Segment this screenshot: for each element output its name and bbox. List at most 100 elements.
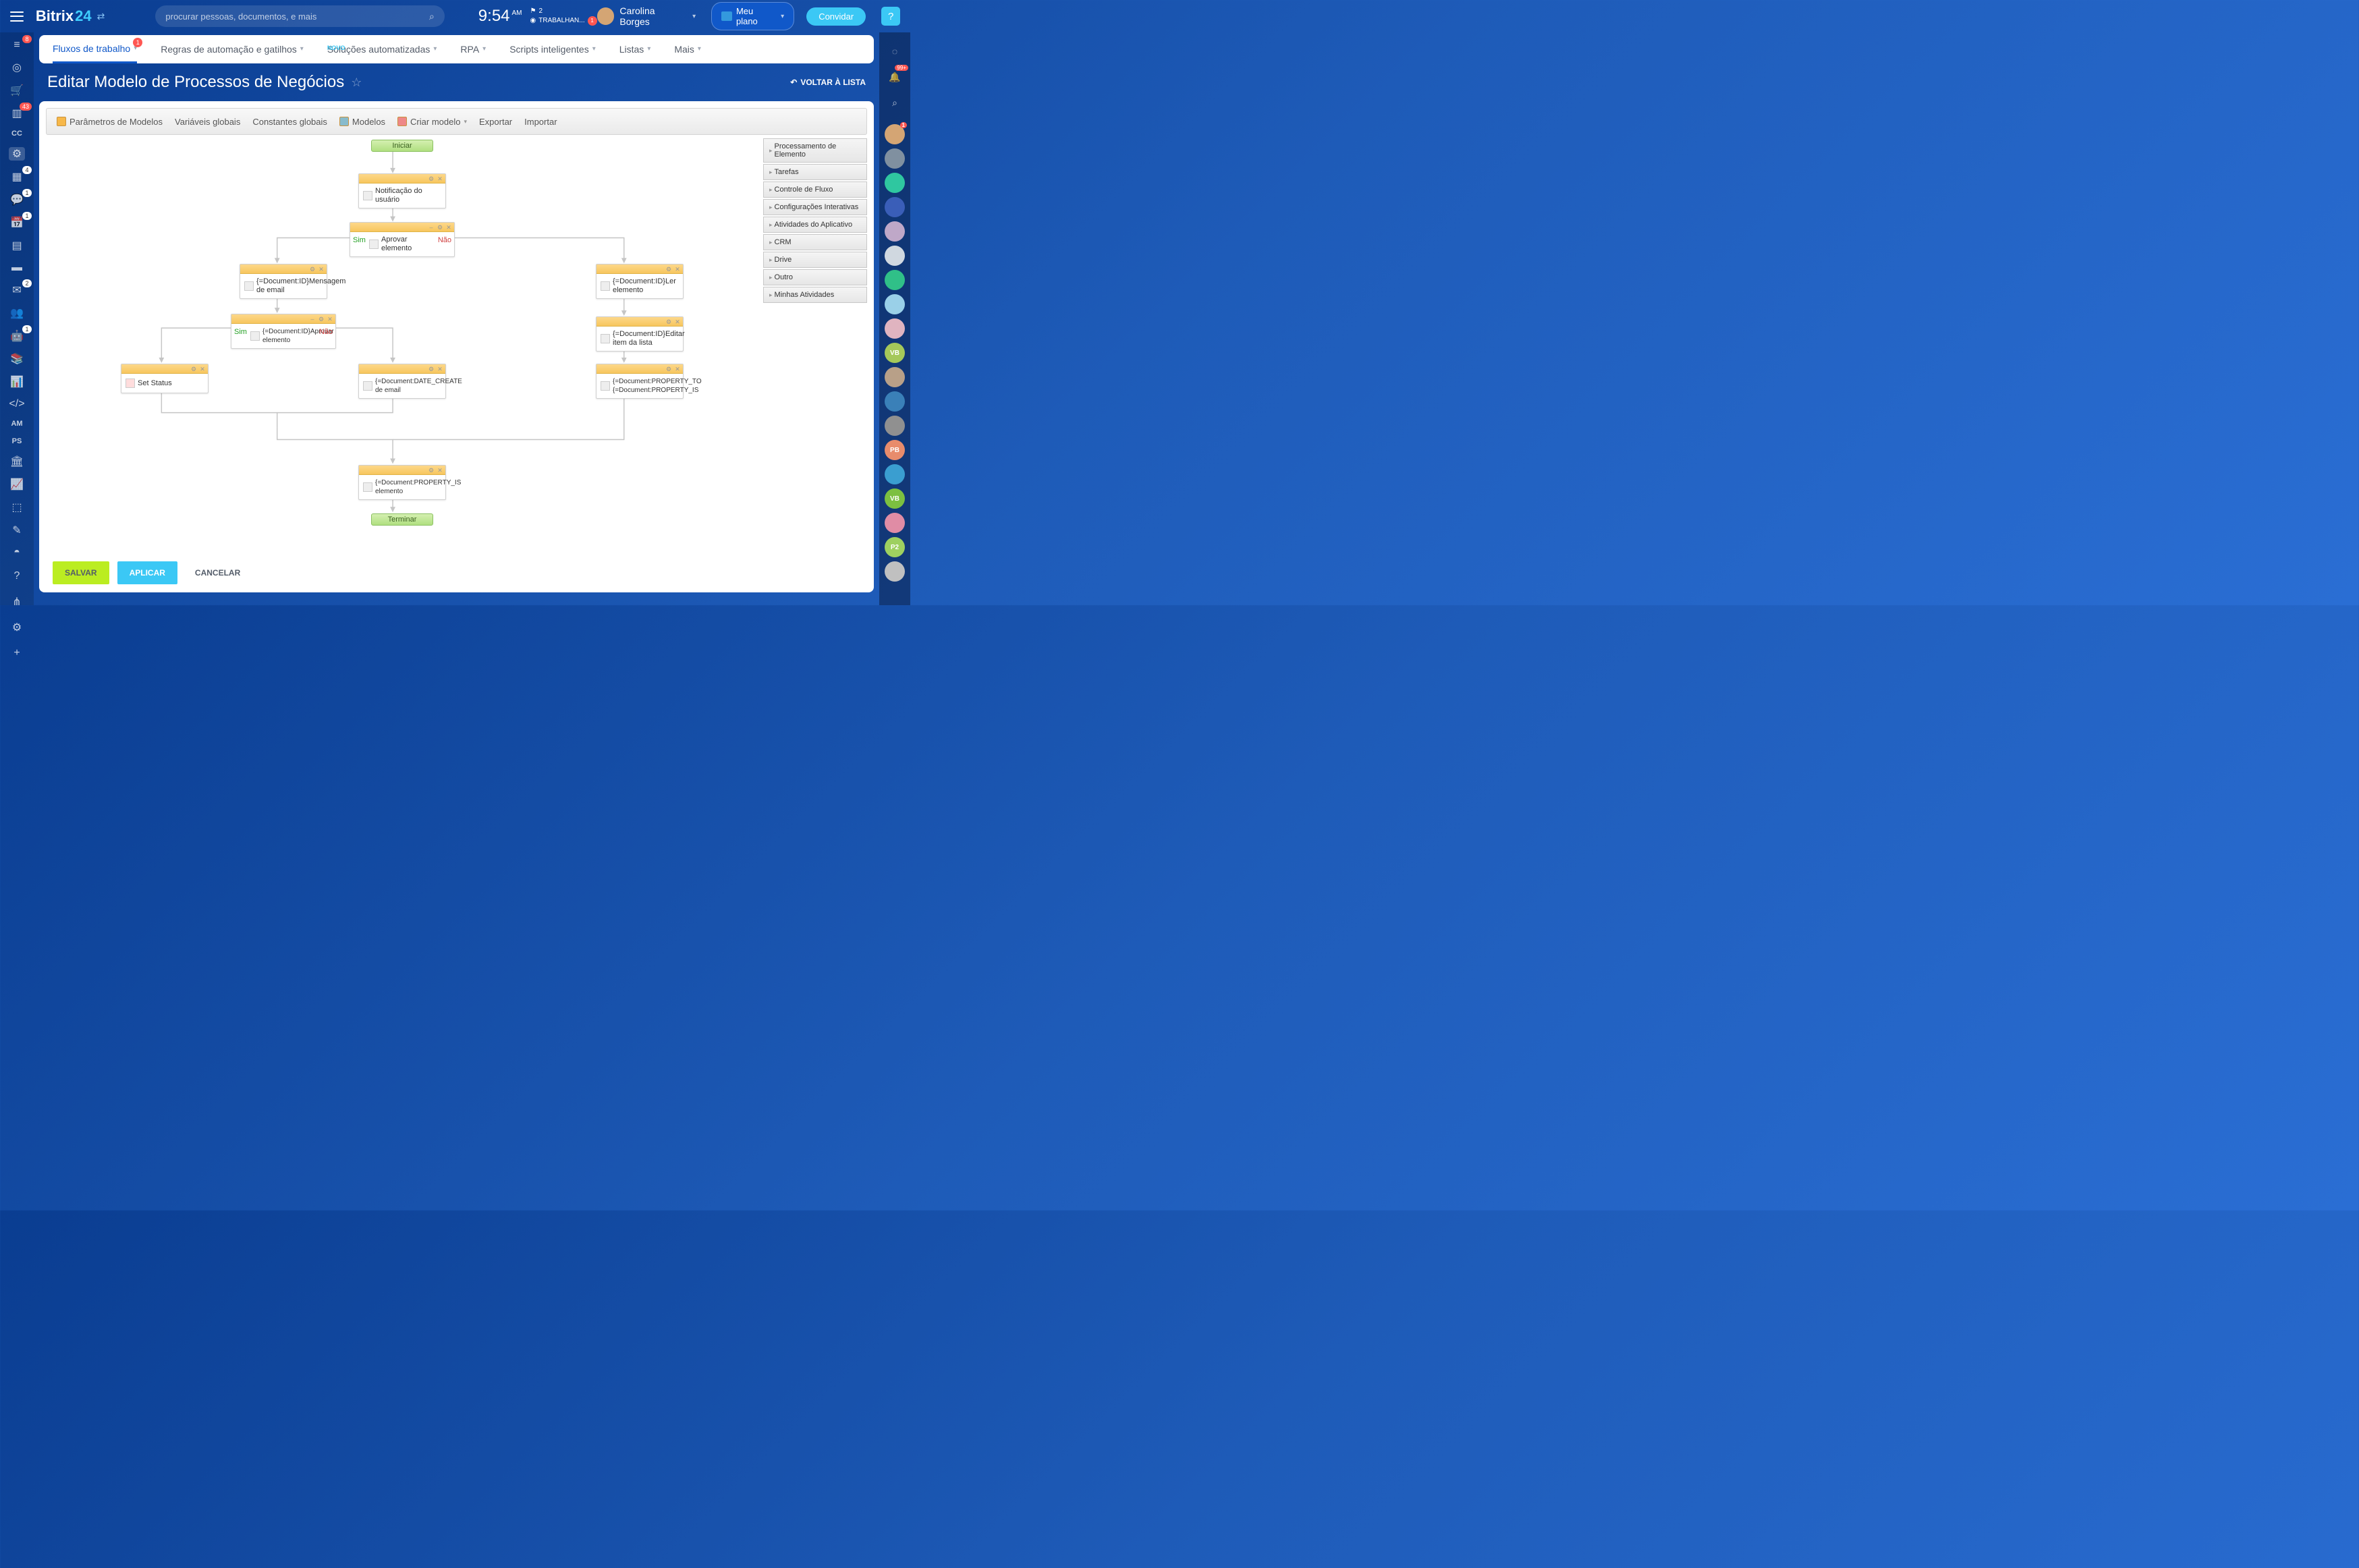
node-prop2[interactable]: ⚙✕ {=Document:PROPERTY_IS elemento <box>358 465 446 500</box>
close-icon[interactable]: ✕ <box>674 266 681 273</box>
contact-avatar[interactable] <box>885 221 905 242</box>
contact-avatar[interactable] <box>885 513 905 533</box>
rail-gear-icon[interactable]: ⚙ <box>9 619 25 636</box>
rail-kb-icon[interactable]: 📚 <box>9 352 25 366</box>
rail-help-icon[interactable]: ? <box>9 568 25 584</box>
gear-icon[interactable]: ⚙ <box>665 366 672 372</box>
contact-avatar[interactable] <box>885 561 905 582</box>
gear-icon[interactable]: ⚙ <box>318 316 325 323</box>
rail-am[interactable]: AM <box>9 420 25 428</box>
search-icon[interactable]: ⌕ <box>885 93 904 112</box>
invite-button[interactable]: Convidar <box>806 7 866 26</box>
palette-item[interactable]: Controle de Fluxo <box>763 181 867 198</box>
rail-calendar-icon[interactable]: 📅1 <box>9 216 25 229</box>
tb-params[interactable]: Parâmetros de Modelos <box>57 117 163 127</box>
rail-crm-icon[interactable]: ▥43 <box>9 107 25 120</box>
node-approve2[interactable]: –⚙✕ Sim{=Document:ID}Aprovar elementoNão <box>231 314 336 349</box>
gear-icon[interactable]: ⚙ <box>309 266 316 273</box>
palette-item[interactable]: Configurações Interativas <box>763 199 867 215</box>
contact-avatar[interactable]: VB <box>885 343 905 363</box>
rail-sign-icon[interactable]: ✎ <box>9 524 25 537</box>
contact-avatar[interactable]: 1 <box>885 124 905 144</box>
save-button[interactable]: SALVAR <box>53 561 109 584</box>
tb-create[interactable]: Criar modelo ▾ <box>397 117 467 127</box>
global-search[interactable]: procurar pessoas, documentos, e mais ⌕ <box>155 5 444 27</box>
rail-cc[interactable]: CC <box>9 130 25 138</box>
palette-item[interactable]: Atividades do Aplicativo <box>763 217 867 233</box>
close-icon[interactable]: ✕ <box>437 175 443 182</box>
rail-cart-icon[interactable]: 🛒 <box>9 84 25 97</box>
gear-icon[interactable]: ⚙ <box>428 175 435 182</box>
contact-avatar[interactable] <box>885 367 905 387</box>
rail-bp-icon[interactable]: ⚙ <box>9 147 25 161</box>
star-icon[interactable]: ☆ <box>351 76 362 90</box>
close-icon[interactable]: ✕ <box>318 266 325 273</box>
min-icon[interactable]: – <box>428 224 435 231</box>
close-icon[interactable]: ✕ <box>445 224 452 231</box>
contact-avatar[interactable] <box>885 464 905 484</box>
rail-stats-icon[interactable]: 📊 <box>9 375 25 389</box>
avatar[interactable] <box>597 7 615 25</box>
node-end[interactable]: Terminar <box>371 513 433 526</box>
palette-item[interactable]: Processamento de Elemento <box>763 138 867 163</box>
tb-gconst[interactable]: Constantes globais <box>252 117 327 127</box>
rail-sitemap-icon[interactable]: ⋔ <box>9 594 25 610</box>
node-email[interactable]: ⚙✕ {=Document:ID}Mensagem de email <box>240 264 327 299</box>
contact-avatar[interactable] <box>885 270 905 290</box>
rail-chart-icon[interactable]: 📈 <box>9 478 25 491</box>
bell-icon[interactable]: 🔔99+ <box>885 67 904 86</box>
gear-icon[interactable]: ⚙ <box>665 318 672 325</box>
rail-add-icon[interactable]: + <box>9 645 25 661</box>
rail-filter-icon[interactable]: ≡8 <box>9 39 25 51</box>
contact-avatar[interactable]: VB <box>885 488 905 509</box>
gear-icon[interactable]: ⚙ <box>190 366 197 372</box>
contact-avatar[interactable]: P2 <box>885 537 905 557</box>
node-setstatus[interactable]: ⚙✕ Set Status <box>121 364 209 393</box>
tab-rpa[interactable]: RPA▾ <box>460 35 486 63</box>
contact-avatar[interactable] <box>885 318 905 339</box>
node-start[interactable]: Iniciar <box>371 140 433 152</box>
contact-avatar[interactable] <box>885 246 905 266</box>
palette-item[interactable]: Minhas Atividades <box>763 287 867 303</box>
rail-drive-icon[interactable]: ▬ <box>9 262 25 274</box>
rail-ps[interactable]: PS <box>9 437 25 445</box>
node-date-email[interactable]: ⚙✕ {=Document:DATE_CREATE de email <box>358 364 446 399</box>
node-read[interactable]: ⚙✕ {=Document:ID}Ler elemento <box>596 264 684 299</box>
close-icon[interactable]: ✕ <box>674 366 681 372</box>
contact-avatar[interactable] <box>885 197 905 217</box>
rail-group-icon[interactable]: 👥 <box>9 306 25 320</box>
rail-more-icon[interactable]: ◓ <box>9 547 25 559</box>
copilot-icon[interactable]: ◌ <box>885 42 904 61</box>
gear-icon[interactable]: ⚙ <box>428 467 435 474</box>
tab-listas[interactable]: Listas▾ <box>619 35 651 63</box>
gear-icon[interactable]: ⚙ <box>428 366 435 372</box>
rail-chat-icon[interactable]: 💬1 <box>9 193 25 206</box>
palette-item[interactable]: Drive <box>763 252 867 268</box>
contact-avatar[interactable] <box>885 148 905 169</box>
main-menu-icon[interactable] <box>10 11 24 22</box>
switch-icon[interactable]: ⇄ <box>97 11 105 22</box>
node-edit-list[interactable]: ⚙✕ {=Document:ID}Editar item da lista <box>596 316 684 352</box>
back-link[interactable]: ↶VOLTAR À LISTA <box>790 78 866 87</box>
palette-item[interactable]: CRM <box>763 234 867 250</box>
gear-icon[interactable]: ⚙ <box>437 224 443 231</box>
user-name[interactable]: Carolina Borges <box>619 5 687 27</box>
tab-soluções-automatizad[interactable]: NOVOSoluções automatizadas▾ <box>327 35 437 63</box>
rail-bot-icon[interactable]: 🤖1 <box>9 329 25 343</box>
help-button[interactable]: ? <box>881 7 900 26</box>
tb-export[interactable]: Exportar <box>479 117 512 127</box>
node-notify[interactable]: ⚙✕ Notificação do usuário <box>358 173 446 208</box>
tab-fluxos-de-trabalho[interactable]: Fluxos de trabalho▾1 <box>53 35 137 63</box>
tb-models[interactable]: Modelos <box>339 117 385 127</box>
contact-avatar[interactable] <box>885 173 905 193</box>
cancel-button[interactable]: CANCELAR <box>186 561 250 584</box>
palette-item[interactable]: Outro <box>763 269 867 285</box>
palette-item[interactable]: Tarefas <box>763 164 867 180</box>
tab-regras-de-automação-[interactable]: Regras de automação e gatilhos▾ <box>161 35 304 63</box>
close-icon[interactable]: ✕ <box>437 467 443 474</box>
apply-button[interactable]: APLICAR <box>117 561 177 584</box>
rail-mail-icon[interactable]: ✉2 <box>9 283 25 297</box>
bp-canvas[interactable]: Iniciar ⚙✕ Notificação do usuário –⚙✕ Si… <box>46 138 867 555</box>
tb-import[interactable]: Importar <box>524 117 557 127</box>
rail-bank-icon[interactable]: 🏛 <box>9 455 25 468</box>
